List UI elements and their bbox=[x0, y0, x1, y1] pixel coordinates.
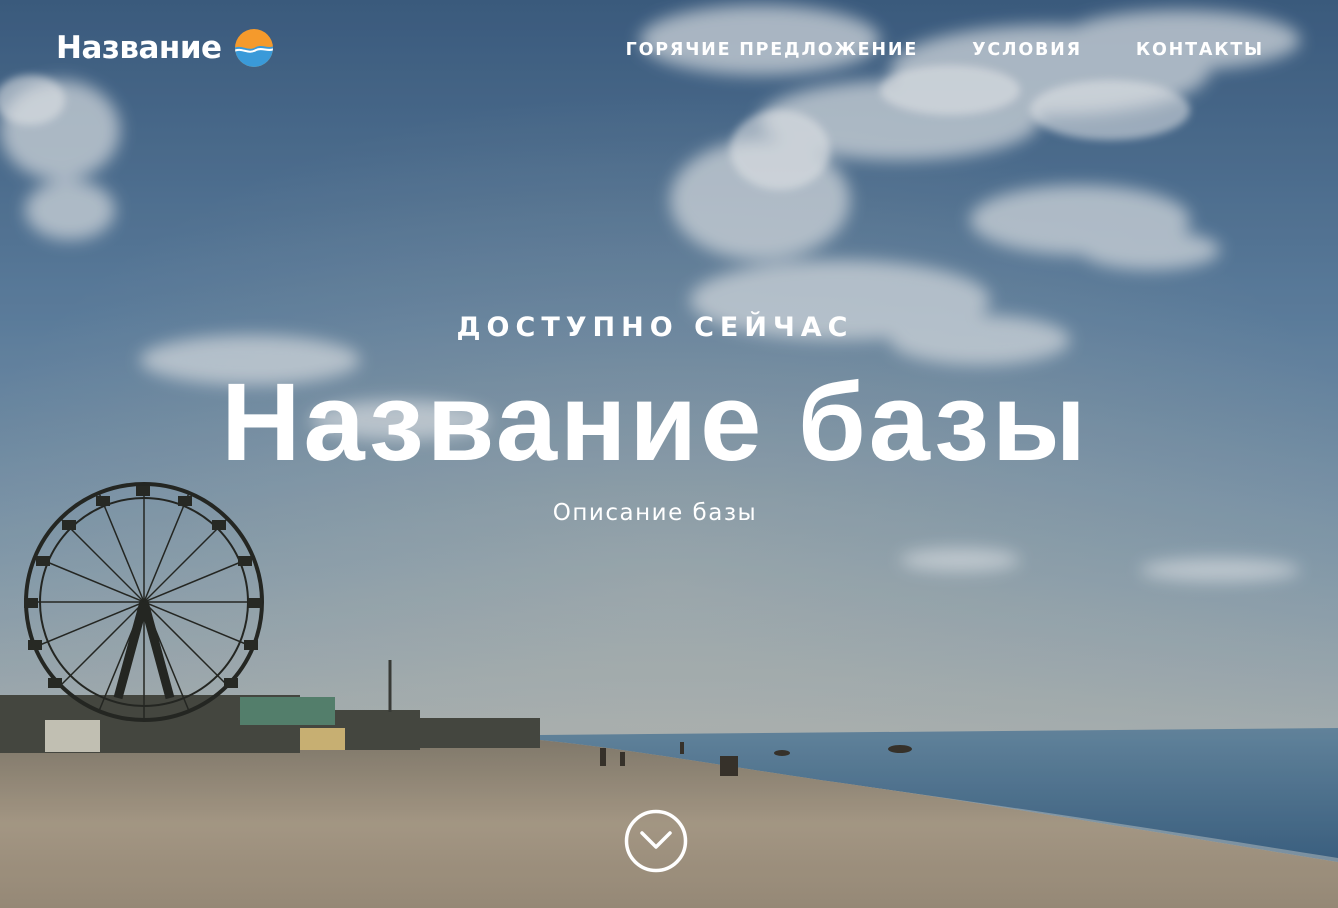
site-logo[interactable]: Название bbox=[56, 28, 274, 68]
hero-title: Название базы bbox=[221, 361, 1089, 484]
nav-contacts[interactable]: КОНТАКТЫ bbox=[1136, 38, 1264, 62]
nav-conditions[interactable]: УСЛОВИЯ bbox=[972, 38, 1082, 62]
chevron-down-circle-icon[interactable] bbox=[624, 809, 688, 873]
hero-eyebrow: ДОСТУПНО СЕЙЧАС bbox=[456, 312, 854, 343]
hero-subtitle: Описание базы bbox=[552, 500, 758, 526]
nav-hot-offers[interactable]: ГОРЯЧИЕ ПРЕДЛОЖЕНИЕ bbox=[626, 38, 918, 62]
main-nav: ГОРЯЧИЕ ПРЕДЛОЖЕНИЕ УСЛОВИЯ КОНТАКТЫ bbox=[626, 38, 1264, 62]
hero-section: Название ГОРЯЧИЕ ПРЕДЛОЖЕНИЕ УСЛОВИЯ КОН… bbox=[0, 0, 1338, 908]
logo-text: Название bbox=[56, 29, 222, 66]
sun-over-waves-icon bbox=[234, 29, 273, 67]
